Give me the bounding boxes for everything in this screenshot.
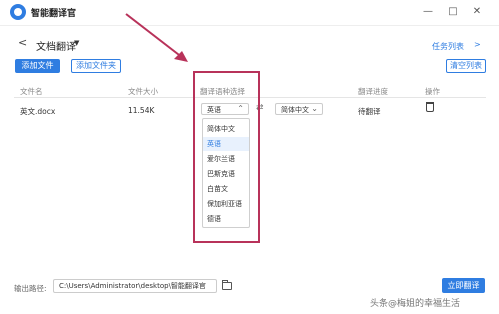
folder-icon[interactable] [222,280,232,290]
output-path-label: 输出路径: [14,284,47,293]
watermark: 头条@梅姐的幸福生活 [370,299,461,309]
translate-now-button[interactable]: 立即翻译 [442,278,485,293]
output-path-field[interactable]: C:\Users\Administrator\desktop\智能翻译官 [53,279,217,293]
annotation-arrow [125,13,188,62]
